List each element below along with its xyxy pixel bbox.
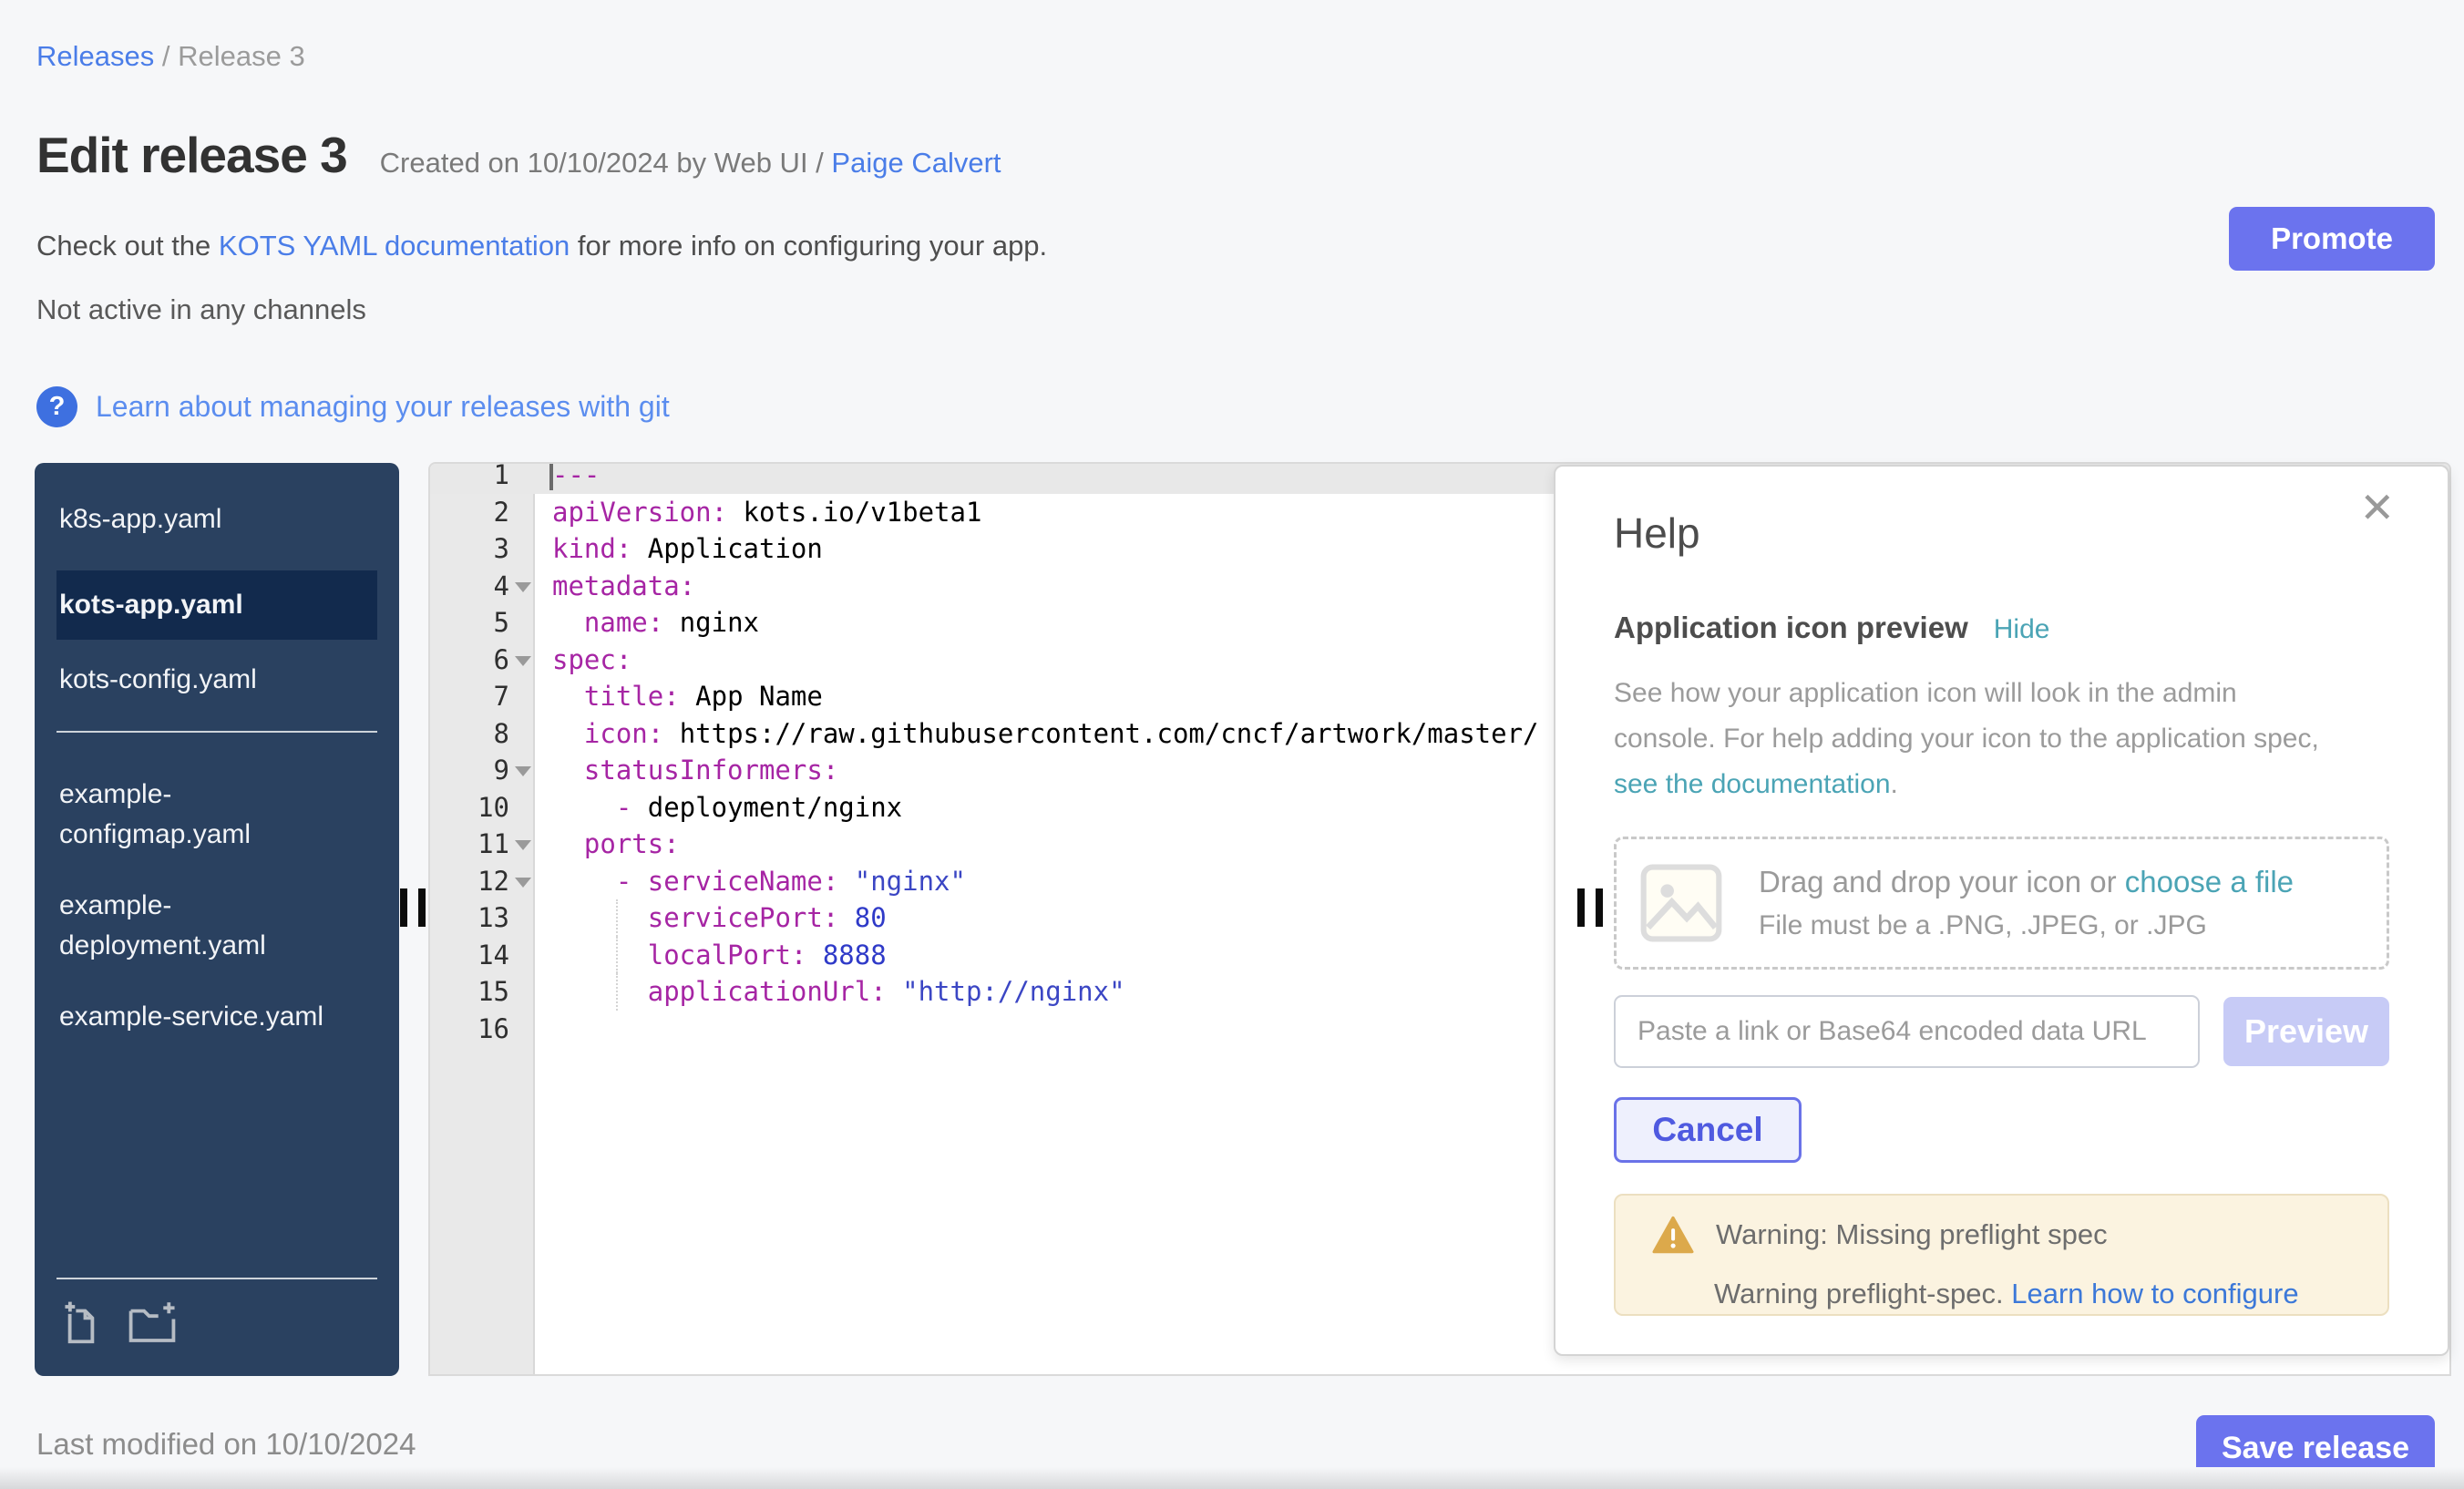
see-documentation-link[interactable]: see the documentation <box>1614 769 1891 799</box>
help-panel: ✕ Help Application icon preview Hide See… <box>1554 465 2449 1356</box>
help-description: See how your application icon will look … <box>1614 671 2389 807</box>
fold-arrow-icon[interactable] <box>515 582 531 592</box>
line-number: 7 <box>430 678 535 715</box>
breadcrumb: Releases / Release 3 <box>36 40 305 73</box>
image-placeholder-icon <box>1638 863 1724 943</box>
git-releases-link[interactable]: Learn about managing your releases with … <box>96 390 670 424</box>
title-row: Edit release 3 Created on 10/10/2024 by … <box>36 126 1001 184</box>
kots-file-list: k8s-app.yaml kots-app.yaml kots-config.yam… <box>35 463 399 700</box>
file-item[interactable]: kots-config.yaml <box>56 660 357 700</box>
choose-file-link[interactable]: choose a file <box>2125 865 2294 899</box>
promote-button[interactable]: Promote <box>2229 207 2435 271</box>
line-number: 4 <box>430 568 535 605</box>
line-number: 2 <box>430 494 535 531</box>
preview-button[interactable]: Preview <box>2223 997 2389 1066</box>
line-number: 10 <box>430 789 535 827</box>
dropzone-text: Drag and drop your icon or choose a file <box>1759 865 2294 899</box>
file-sidebar: k8s-app.yaml kots-app.yaml kots-config.yam… <box>35 463 399 1376</box>
other-file-list: example-configmap.yaml example-deployment… <box>35 769 399 1037</box>
line-number: 1 <box>430 462 535 494</box>
file-item[interactable]: example-configmap.yaml <box>56 775 357 855</box>
sidebar-actions <box>56 1278 377 1349</box>
line-number: 15 <box>430 973 535 1011</box>
breadcrumb-current: Release 3 <box>178 40 305 72</box>
text-cursor <box>549 462 553 490</box>
release-editor-page: Releases / Release 3 Edit release 3 Crea… <box>0 0 2464 1489</box>
file-item[interactable]: example-deployment.yaml <box>56 886 357 966</box>
line-number: 13 <box>430 899 535 937</box>
last-modified: Last modified on 10/10/2024 <box>36 1427 416 1462</box>
fold-arrow-icon[interactable] <box>515 766 531 776</box>
line-number: 8 <box>430 715 535 753</box>
git-help-row[interactable]: ? Learn about managing your releases wit… <box>36 386 670 427</box>
dropzone-filetypes: File must be a .PNG, .JPEG, or .JPG <box>1759 910 2294 941</box>
warning-detail: Warning preflight-spec. Learn how to con… <box>1652 1278 2387 1310</box>
line-number: 12 <box>430 863 535 900</box>
line-number: 3 <box>430 530 535 568</box>
line-number: 5 <box>430 604 535 642</box>
breadcrumb-separator: / <box>162 40 178 72</box>
preflight-warning: Warning: Missing preflight spec Warning … <box>1614 1194 2389 1316</box>
file-item[interactable]: example-service.yaml <box>56 997 357 1037</box>
page-title: Edit release 3 <box>36 126 347 184</box>
fold-arrow-icon[interactable] <box>515 656 531 666</box>
help-title: Help <box>1614 508 2389 558</box>
kots-doc-link[interactable]: KOTS YAML documentation <box>219 230 570 262</box>
file-list-divider <box>56 731 377 733</box>
created-info: Created on 10/10/2024 by Web UI / Paige … <box>380 147 1001 180</box>
icon-preview-title: Application icon preview <box>1614 611 1968 645</box>
warning-icon <box>1652 1216 1694 1254</box>
question-circle-icon: ? <box>36 386 77 427</box>
warning-text: Warning: Missing preflight spec <box>1716 1218 2108 1251</box>
doc-info: Check out the KOTS YAML documentation fo… <box>36 230 1047 262</box>
channel-status: Not active in any channels <box>36 293 366 326</box>
line-number: 11 <box>430 826 535 863</box>
icon-url-input[interactable] <box>1614 995 2200 1068</box>
fold-arrow-icon[interactable] <box>515 840 531 850</box>
fold-arrow-icon[interactable] <box>515 878 531 888</box>
sidebar-resize-handle[interactable] <box>400 888 426 927</box>
cancel-button[interactable]: Cancel <box>1614 1097 1802 1163</box>
line-number: 6 <box>430 642 535 679</box>
breadcrumb-releases-link[interactable]: Releases <box>36 40 154 72</box>
author-link[interactable]: Paige Calvert <box>831 147 1001 179</box>
add-file-icon[interactable] <box>56 1298 109 1349</box>
file-item[interactable]: kots-app.yaml <box>56 570 377 640</box>
line-number: 9 <box>430 752 535 789</box>
file-item[interactable]: k8s-app.yaml <box>56 499 357 539</box>
icon-dropzone[interactable]: Drag and drop your icon or choose a file… <box>1614 837 2389 970</box>
line-number: 14 <box>430 937 535 974</box>
bottom-fade <box>0 1467 2464 1489</box>
line-number: 16 <box>430 1011 535 1048</box>
hide-link[interactable]: Hide <box>1994 614 2050 645</box>
help-resize-handle[interactable] <box>1577 888 1603 927</box>
add-folder-icon[interactable] <box>126 1298 179 1349</box>
configure-link[interactable]: Learn how to configure <box>2011 1278 2298 1309</box>
